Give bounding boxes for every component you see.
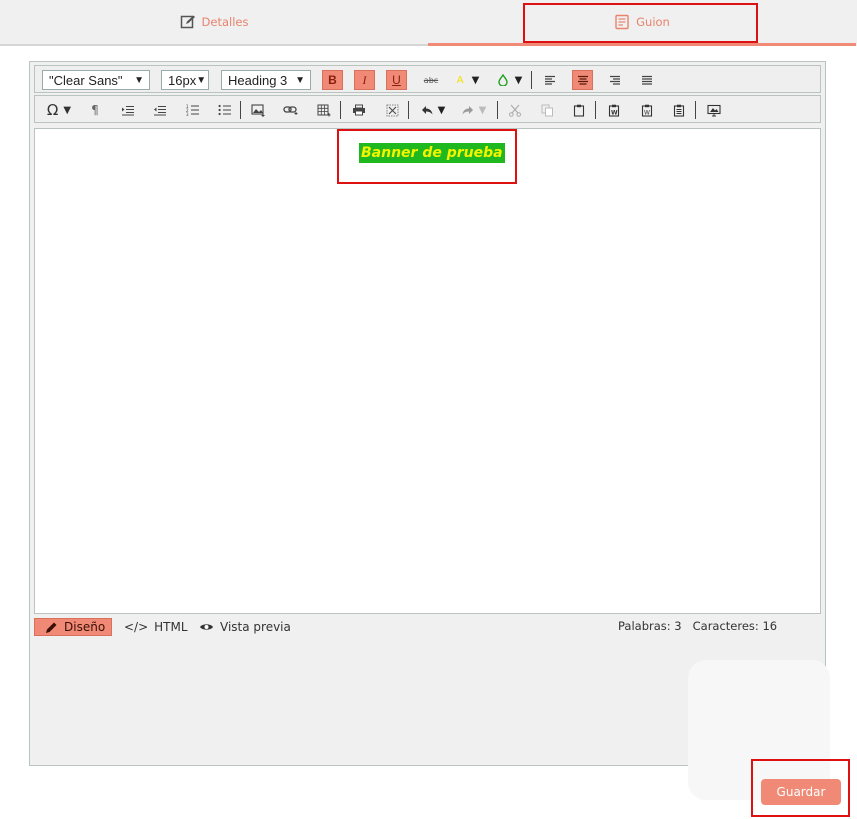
image-icon[interactable] [250, 100, 266, 120]
pencil-icon [46, 622, 57, 633]
chevron-down-icon: ▼ [437, 104, 446, 116]
toolbar-separator [408, 101, 409, 119]
save-button[interactable]: Guardar [761, 779, 841, 805]
undo-icon [421, 106, 433, 115]
tab-script-label: Guion [636, 14, 670, 29]
link-icon[interactable] [283, 100, 299, 120]
print-icon[interactable] [351, 100, 367, 120]
paste-icon[interactable] [571, 100, 587, 120]
text-color-button[interactable]: ▼ [495, 70, 525, 90]
highlight-letter: A [456, 74, 464, 86]
ordered-list-icon[interactable]: 123 [185, 100, 201, 120]
toolbar-separator [531, 71, 532, 89]
strikethrough-button[interactable]: abc [421, 70, 441, 90]
svg-text:3: 3 [186, 112, 189, 116]
font-family-value: "Clear Sans" [49, 72, 123, 88]
mode-preview-button[interactable]: Vista previa [199, 618, 291, 636]
highlight-color-button[interactable]: A ▼ [453, 70, 483, 90]
copy-icon[interactable] [539, 100, 555, 120]
cut-icon[interactable] [507, 100, 523, 120]
chevron-down-icon: ▼ [63, 104, 72, 116]
underline-button[interactable]: U [386, 70, 407, 90]
paste-text-icon[interactable] [671, 100, 687, 120]
toolbar-separator [497, 101, 498, 119]
align-left-icon[interactable] [542, 70, 558, 90]
align-justify-icon[interactable] [639, 70, 655, 90]
toolbar-row-2: Ω ▼ ¶ 123 ▼ ▼ W W [34, 95, 821, 123]
char-count: Caracteres: 16 [692, 619, 778, 633]
toolbar-separator [695, 101, 696, 119]
bold-button[interactable]: B [322, 70, 343, 90]
banner-text[interactable]: Banner de prueba [359, 143, 505, 163]
toolbar-separator [240, 101, 241, 119]
tab-details[interactable]: Detalles [0, 0, 428, 46]
align-right-icon[interactable] [607, 70, 623, 90]
mode-design-button[interactable]: Diseño [34, 618, 112, 636]
chevron-down-icon: ▼ [514, 74, 523, 86]
format-value: Heading 3 [228, 72, 288, 88]
tab-script[interactable]: Guion [428, 0, 856, 46]
chevron-down-icon: ▼ [471, 74, 480, 86]
document-icon [614, 14, 630, 30]
table-icon[interactable] [316, 100, 332, 120]
edit-icon [180, 14, 196, 30]
special-characters-button[interactable]: Ω ▼ [44, 100, 74, 120]
svg-text:W: W [611, 109, 618, 116]
align-center-icon[interactable] [572, 70, 593, 90]
mode-preview-label: Vista previa [220, 620, 291, 634]
mode-html-button[interactable]: </> HTML [124, 618, 188, 636]
chevron-down-icon: ▼ [134, 74, 144, 86]
font-size-value: 16px [168, 72, 197, 88]
toolbar-separator [340, 101, 341, 119]
word-count-stats: Palabras: 3 Caracteres: 16 [618, 619, 777, 633]
mode-html-label: HTML [154, 620, 188, 634]
chevron-down-icon: ▼ [295, 74, 305, 86]
undo-button[interactable]: ▼ [418, 100, 448, 120]
redo-icon [462, 106, 473, 115]
droplet-icon [497, 74, 508, 86]
indent-icon[interactable] [120, 100, 136, 120]
fullscreen-icon[interactable] [384, 100, 400, 120]
word-count: Palabras: 3 [618, 619, 682, 633]
eye-icon [200, 624, 213, 630]
code-icon: </> [124, 620, 149, 634]
toolbar-row-1: "Clear Sans" ▼ 16px ▼ Heading 3 ▼ B I U abc… [34, 65, 821, 93]
svg-text:W: W [644, 109, 650, 116]
italic-button[interactable]: I [354, 70, 375, 90]
tab-details-label: Detalles [201, 15, 249, 29]
editor-content-area[interactable] [34, 128, 821, 614]
paragraph-icon[interactable]: ¶ [87, 100, 103, 120]
format-select[interactable]: Heading 3 ▼ [221, 70, 311, 90]
paste-word-alt-icon[interactable]: W [639, 100, 655, 120]
mode-design-label: Diseño [64, 620, 106, 634]
chevron-down-icon: ▼ [478, 104, 487, 116]
paste-word-icon[interactable]: W [606, 100, 622, 120]
tab-bar: Detalles Guion [0, 0, 857, 46]
chevron-down-icon: ▼ [196, 74, 207, 86]
toolbar-separator [595, 101, 596, 119]
preview-icon[interactable] [706, 100, 722, 120]
omega-icon: Ω [46, 101, 59, 119]
redo-button[interactable]: ▼ [459, 100, 489, 120]
unordered-list-icon[interactable] [217, 100, 233, 120]
font-size-select[interactable]: 16px ▼ [161, 70, 209, 90]
outdent-icon[interactable] [152, 100, 168, 120]
font-family-select[interactable]: "Clear Sans" ▼ [42, 70, 150, 90]
